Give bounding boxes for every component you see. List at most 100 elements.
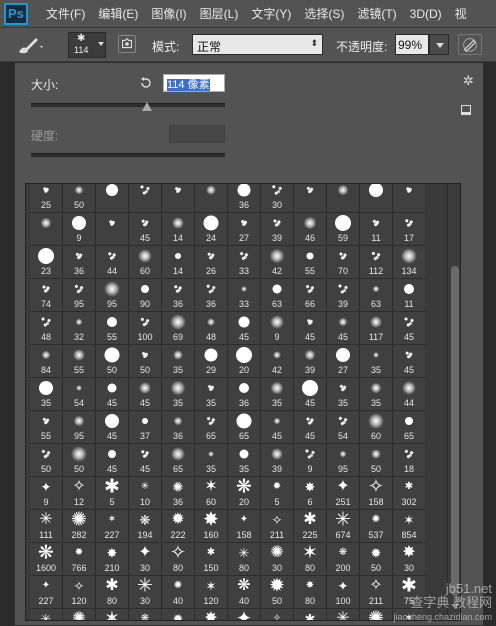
brush-preset-tile[interactable]: 134 (393, 246, 425, 278)
brush-preset-tile[interactable]: 35 (30, 378, 62, 410)
brush-preset-tile[interactable]: ✦ 251 (327, 477, 359, 509)
brush-preset-tile[interactable] (327, 184, 359, 212)
menu-filter[interactable]: 滤镜(T) (357, 5, 396, 22)
new-preset-icon[interactable] (461, 105, 471, 115)
brush-preset-tile[interactable]: ✧ 211 (360, 576, 392, 608)
brush-preset-tile[interactable]: ✹ 5 (261, 477, 293, 509)
brush-preset-tile[interactable]: ✳ 80 (228, 543, 260, 575)
brush-preset-tile[interactable]: 69 (162, 312, 194, 344)
brush-preset-tile[interactable]: 60 (129, 246, 161, 278)
brush-preset-tile[interactable]: 36 (195, 279, 227, 311)
scrollbar[interactable] (447, 184, 460, 620)
brush-preset-tile[interactable]: ✱ 80 (96, 576, 128, 608)
size-input[interactable]: 114 像素 (163, 74, 225, 92)
brush-preset-tile[interactable]: 95 (327, 444, 359, 476)
brush-preset-tile[interactable]: 45 (261, 411, 293, 443)
brush-preset-tile[interactable]: 27 (327, 345, 359, 377)
brush-preset-tile[interactable]: ✹100 (162, 609, 194, 620)
brush-preset-tile[interactable]: 11 (360, 213, 392, 245)
brush-preset-tile[interactable]: 33 (228, 246, 260, 278)
brush-preset-tile[interactable]: ✶ 854 (393, 510, 425, 542)
brush-preset-tile[interactable]: 45 (129, 444, 161, 476)
brush-preset-tile[interactable]: ✧ 211 (261, 510, 293, 542)
brush-preset-tile[interactable]: ✧ 158 (360, 477, 392, 509)
brush-preset-tile[interactable]: ✹ 50 (261, 576, 293, 608)
brush-preset-tile[interactable]: 36 (63, 246, 95, 278)
brush-preset-tile[interactable]: ✺ 40 (162, 576, 194, 608)
brush-preset-tile[interactable]: ✸ 80 (294, 576, 326, 608)
brush-preset-tile[interactable]: 14 (162, 246, 194, 278)
brush-preset-tile[interactable] (393, 184, 425, 212)
menu-type[interactable]: 文字(Y) (251, 5, 291, 22)
brush-preset-tile[interactable]: ✺ (360, 609, 392, 620)
brush-preset-tile[interactable]: 35 (327, 378, 359, 410)
brush-preset-tile[interactable]: ✦ 9 (30, 477, 62, 509)
brush-preset-tile[interactable]: ✸140 (195, 609, 227, 620)
brush-preset-tile[interactable]: ✧1880 (261, 609, 293, 620)
brush-preset-tile[interactable]: ✦ 158 (228, 510, 260, 542)
brush-preset-tile[interactable]: 11 (393, 279, 425, 311)
brush-preset-tile[interactable]: ✸ 210 (96, 543, 128, 575)
brush-preset-tile[interactable]: 36 (228, 378, 260, 410)
brush-preset-tile[interactable]: 66 (294, 279, 326, 311)
brush-preset-tile[interactable]: 74 (30, 279, 62, 311)
brush-preset-tile[interactable]: 95 (63, 411, 95, 443)
menu-view[interactable]: 视 (455, 5, 467, 22)
brush-preset-tile[interactable]: 60 (360, 411, 392, 443)
brush-preset-tile[interactable]: 46 (294, 213, 326, 245)
brush-preset-tile[interactable]: 45 (294, 312, 326, 344)
brush-preset-tile[interactable] (129, 184, 161, 212)
brush-preset-tile[interactable]: 35 (195, 444, 227, 476)
brush-preset-tile[interactable]: 9 (63, 213, 95, 245)
brush-preset-tile[interactable]: ✱ 302 (393, 477, 425, 509)
brush-preset-tile[interactable]: ✳ (327, 609, 359, 620)
brush-preset-tile[interactable]: ✧ 120 (63, 576, 95, 608)
brush-preset-tile[interactable]: 45 (393, 312, 425, 344)
brush-preset-tile[interactable]: 55 (294, 246, 326, 278)
brush-preset-tile[interactable]: 50 (30, 444, 62, 476)
brush-preset-tile[interactable] (96, 184, 128, 212)
brush-preset-tile[interactable]: 50 (360, 444, 392, 476)
brush-preset-tile[interactable]: 45 (294, 411, 326, 443)
brush-preset-tile[interactable]: 50 (63, 184, 95, 212)
brush-preset-tile[interactable]: ✧ 12 (63, 477, 95, 509)
brush-preset-tile[interactable]: ✦40 (228, 609, 260, 620)
scrollbar-thumb[interactable] (451, 266, 459, 596)
brush-preset-tile[interactable] (294, 184, 326, 212)
brush-preset-tile[interactable]: 50 (129, 345, 161, 377)
brush-preset-tile[interactable]: ✹ 222 (162, 510, 194, 542)
brush-preset-tile[interactable]: ✱ 5 (96, 477, 128, 509)
brush-preset-tile[interactable]: 39 (294, 345, 326, 377)
brush-preset-tile[interactable]: ✶ 60 (195, 477, 227, 509)
brush-preset-tile[interactable]: 45 (327, 312, 359, 344)
brush-preset-tile[interactable]: 33 (228, 279, 260, 311)
brush-preset-tile[interactable]: 36 (162, 411, 194, 443)
size-slider[interactable] (31, 102, 225, 111)
opacity-dropdown-button[interactable] (429, 34, 449, 55)
brush-preset-tile[interactable]: ✦ 100 (327, 576, 359, 608)
menu-layer[interactable]: 图层(L) (200, 5, 239, 22)
brush-preset-tile[interactable]: ✺ 36 (162, 477, 194, 509)
brush-preset-tile[interactable]: 37 (129, 411, 161, 443)
brush-preset-tile[interactable]: 39 (261, 444, 293, 476)
brush-preset-tile[interactable] (162, 184, 194, 212)
brush-preset-tile[interactable]: ❋ 194 (129, 510, 161, 542)
brush-preset-tile[interactable]: 59 (327, 213, 359, 245)
brush-preset-tile[interactable]: 32 (63, 312, 95, 344)
brush-preset-tile[interactable]: 117 (360, 312, 392, 344)
brush-preset-tile[interactable]: 44 (96, 246, 128, 278)
brush-preset-tile[interactable]: 35 (162, 378, 194, 410)
brush-preset-tile[interactable]: 42 (261, 246, 293, 278)
brush-preset-tile[interactable]: 35 (195, 378, 227, 410)
brush-preset-tile[interactable]: 48 (30, 312, 62, 344)
brush-preset-tile[interactable]: ❋ 1600 (30, 543, 62, 575)
menu-select[interactable]: 选择(S) (304, 5, 344, 22)
brush-preset-tile[interactable]: 17 (393, 213, 425, 245)
brush-preset-tile[interactable]: ✺ 537 (360, 510, 392, 542)
brush-preset-tile[interactable]: 26 (195, 246, 227, 278)
brush-preset-tile[interactable]: 100 (129, 312, 161, 344)
brush-preset-tile[interactable]: 25 (30, 184, 62, 212)
size-slider-thumb[interactable] (142, 102, 153, 111)
brush-preset-tile[interactable]: ✸ 30 (393, 543, 425, 575)
brush-preset-tile[interactable]: 112 (360, 246, 392, 278)
